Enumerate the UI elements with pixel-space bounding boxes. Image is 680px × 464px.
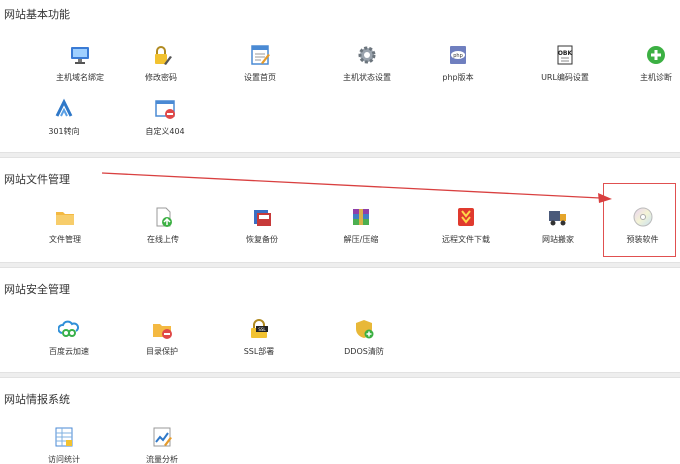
item-label: 百度云加速 bbox=[49, 347, 89, 356]
item-online-upload[interactable]: 在线上传 bbox=[123, 206, 203, 245]
item-label: 目录保护 bbox=[146, 347, 178, 356]
item-301-redirect[interactable]: 301转向 bbox=[24, 98, 104, 137]
cloud-link-icon bbox=[58, 320, 79, 337]
item-ssl-deploy[interactable]: SSL SSL部署 bbox=[219, 318, 299, 357]
upload-file-icon bbox=[156, 207, 172, 227]
item-change-password[interactable]: 修改密码 bbox=[121, 44, 201, 83]
item-restore-backup[interactable]: 恢复备份 bbox=[222, 206, 302, 245]
item-label: SSL部署 bbox=[243, 347, 275, 356]
obk-document-icon: OBK bbox=[557, 45, 573, 65]
svg-text:OBK: OBK bbox=[558, 50, 573, 57]
svg-text:php: php bbox=[453, 53, 463, 59]
php-icon: php bbox=[450, 46, 466, 64]
item-php-version[interactable]: php php版本 bbox=[418, 44, 498, 83]
section-title: 网站安全管理 bbox=[4, 283, 70, 296]
folder-icon bbox=[56, 212, 74, 225]
monitor-network-icon bbox=[71, 47, 89, 64]
section-file-management: 网站文件管理 文件管理 在线上传 恢复备份 解压/压缩 远程文件下载 网站搬家 … bbox=[0, 158, 680, 262]
highlight-box bbox=[603, 183, 676, 257]
svg-text:SSL: SSL bbox=[258, 327, 266, 332]
item-label: 主机状态设置 bbox=[343, 73, 391, 82]
item-label: 远程文件下载 bbox=[442, 235, 490, 244]
item-label: URL编码设置 bbox=[541, 73, 589, 82]
section-basic-functions: 网站基本功能 主机域名绑定 修改密码 设置首页 主机状态设置 php php版本… bbox=[0, 0, 680, 152]
section-title: 网站基本功能 bbox=[4, 8, 70, 21]
section-security-management: 网站安全管理 百度云加速 目录保护 SSL SSL部署 DDOS清防 bbox=[0, 268, 680, 372]
item-custom-404[interactable]: 自定义404 bbox=[125, 98, 205, 137]
item-label: 在线上传 bbox=[147, 235, 179, 244]
item-set-homepage[interactable]: 设置首页 bbox=[220, 44, 300, 83]
moving-truck-icon bbox=[549, 211, 566, 226]
item-visit-statistics[interactable]: 访问统计 bbox=[24, 426, 104, 464]
folder-block-icon bbox=[153, 324, 172, 339]
item-label: 修改密码 bbox=[145, 73, 177, 82]
redirect-arrows-icon bbox=[55, 98, 73, 117]
homepage-edit-icon bbox=[251, 45, 270, 65]
green-plus-icon bbox=[647, 46, 665, 64]
item-host-diagnosis[interactable]: 主机诊断 bbox=[616, 44, 680, 83]
item-archive[interactable]: 解压/压缩 bbox=[321, 206, 401, 245]
item-ddos-protection[interactable]: DDOS清防 bbox=[324, 318, 404, 357]
shield-plus-icon bbox=[356, 320, 374, 339]
item-label: 访问统计 bbox=[48, 455, 80, 464]
section-title: 网站文件管理 bbox=[4, 173, 70, 186]
item-traffic-analysis[interactable]: 流量分析 bbox=[122, 426, 202, 464]
item-site-migration[interactable]: 网站搬家 bbox=[518, 206, 598, 245]
item-file-manager[interactable]: 文件管理 bbox=[25, 206, 105, 245]
lock-edit-icon bbox=[155, 46, 172, 65]
item-baidu-cdn[interactable]: 百度云加速 bbox=[29, 318, 109, 357]
section-intelligence-system: 网站情报系统 访问统计 流量分析 bbox=[0, 378, 680, 464]
item-url-encoding[interactable]: OBK URL编码设置 bbox=[525, 44, 605, 83]
item-label: 设置首页 bbox=[244, 73, 276, 82]
traffic-chart-icon bbox=[153, 427, 172, 447]
item-label: 301转向 bbox=[48, 127, 80, 136]
item-label: 恢复备份 bbox=[246, 235, 278, 244]
download-icon bbox=[458, 208, 474, 226]
item-label: 主机域名绑定 bbox=[56, 73, 104, 82]
item-label: 流量分析 bbox=[146, 455, 178, 464]
item-label: DDOS清防 bbox=[344, 347, 384, 356]
ssl-lock-icon: SSL bbox=[251, 319, 268, 338]
item-directory-protection[interactable]: 目录保护 bbox=[122, 318, 202, 357]
item-label: 主机诊断 bbox=[640, 73, 672, 82]
item-label: php版本 bbox=[442, 73, 474, 82]
item-domain-binding[interactable]: 主机域名绑定 bbox=[40, 44, 120, 83]
item-remote-download[interactable]: 远程文件下载 bbox=[426, 206, 506, 245]
item-label: 网站搬家 bbox=[542, 235, 574, 244]
item-label: 自定义404 bbox=[145, 127, 185, 136]
item-label: 文件管理 bbox=[49, 235, 81, 244]
item-host-status[interactable]: 主机状态设置 bbox=[327, 44, 407, 83]
gear-icon bbox=[358, 46, 376, 64]
section-title: 网站情报系统 bbox=[4, 393, 70, 406]
backup-restore-icon bbox=[254, 210, 271, 226]
archive-icon bbox=[353, 209, 369, 225]
statistics-table-icon bbox=[55, 427, 73, 447]
custom-404-icon bbox=[155, 100, 175, 119]
item-label: 解压/压缩 bbox=[343, 235, 379, 244]
